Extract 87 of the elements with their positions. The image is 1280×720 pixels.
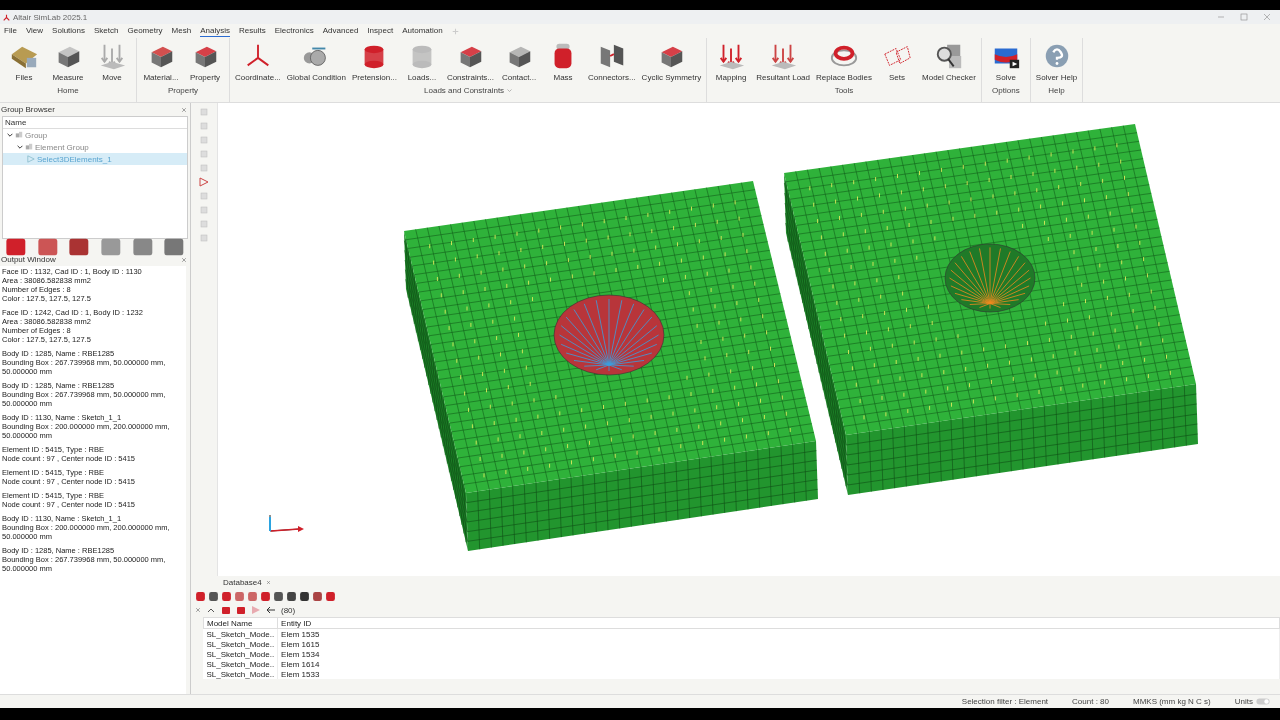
table-cell: SL_Sketch_Mode.. — [203, 649, 278, 659]
panel-title: Output Window — [1, 255, 56, 264]
axis-triad-icon — [269, 514, 304, 532]
group-label: Help — [1048, 86, 1065, 95]
ribbon-button[interactable]: Sets — [875, 38, 920, 82]
ribbon-button[interactable]: Global Condition — [283, 38, 349, 82]
menu-tab[interactable]: Analysis — [200, 25, 230, 37]
units-label: Units — [1234, 697, 1253, 706]
view-tool-icon[interactable] — [325, 590, 336, 602]
tree-item[interactable]: Group — [3, 129, 187, 141]
table-cell: Elem 1614 — [277, 659, 1280, 669]
table-cell: Elem 1534 — [277, 649, 1280, 659]
view-tool-icon[interactable] — [260, 590, 271, 602]
view-tool-icon[interactable] — [273, 590, 284, 602]
menu-tab[interactable]: Inspect — [367, 25, 394, 37]
menu-tab[interactable]: Advanced — [322, 25, 359, 37]
tree-item[interactable]: Element Group — [3, 141, 187, 153]
view-tool-icon[interactable] — [286, 590, 297, 602]
menu-tab[interactable]: Mesh — [171, 25, 192, 37]
menu-tab[interactable]: View — [25, 25, 44, 37]
ribbon-button[interactable]: Solve — [983, 38, 1028, 82]
close-icon[interactable] — [265, 580, 271, 585]
group-label: Options — [992, 86, 1020, 95]
group-label: Property — [167, 86, 199, 95]
close-icon[interactable] — [181, 106, 187, 113]
group-label: Home — [57, 86, 79, 95]
ribbon-button[interactable]: Loads... — [399, 38, 444, 82]
window-title: Altair SimLab 2025.1 — [13, 12, 88, 22]
selection-filter: Selection filter : Element — [961, 697, 1049, 706]
ribbon-button[interactable]: Mapping — [709, 38, 754, 82]
ribbon-button[interactable]: Connectors... — [585, 38, 639, 82]
ribbon-button[interactable]: Constraints... — [443, 38, 498, 82]
table-cell: SL_Sketch_Mode.. — [203, 639, 278, 649]
ribbon-button[interactable]: Measure — [46, 38, 90, 82]
view-tool-icon[interactable] — [208, 590, 219, 602]
ribbon-button[interactable]: Coordinate... — [232, 38, 284, 82]
view-tool-icon[interactable] — [221, 590, 232, 602]
column-header[interactable]: Entity ID — [277, 617, 1280, 629]
group-icon — [15, 131, 23, 139]
menu-tab[interactable]: Solutions — [52, 25, 85, 37]
caret-icon[interactable] — [507, 88, 513, 93]
table-cell: Elem 1615 — [277, 639, 1280, 649]
document-tab[interactable]: Database4 — [223, 578, 262, 587]
ribbon-button[interactable]: Move — [90, 38, 134, 82]
view-tool-icon[interactable] — [299, 590, 310, 602]
group-icon — [25, 143, 33, 151]
toggle-icon[interactable] — [1256, 698, 1270, 705]
ribbon-button[interactable]: Cyclic Symmetry — [638, 38, 705, 82]
group-label: Tools — [834, 86, 854, 95]
triangle-icon[interactable] — [251, 605, 261, 615]
ribbon-button[interactable]: Files — [2, 38, 46, 82]
table-cell: Elem 1533 — [277, 669, 1280, 679]
panel-title: Group Browser — [1, 105, 55, 114]
menu-tab[interactable]: Sketch — [94, 25, 119, 37]
units-system[interactable]: MMKS (mm kg N C s) — [1133, 697, 1211, 706]
ribbon-button[interactable]: Model Checker — [919, 38, 979, 82]
selection-count: (80) — [281, 605, 296, 615]
triangle-icon — [27, 155, 35, 163]
ribbon-button[interactable]: Property — [183, 38, 227, 82]
group-label: Loads and Constraints — [424, 86, 505, 95]
view-tool-icon[interactable] — [312, 590, 323, 602]
ribbon-button[interactable]: Solver Help — [1032, 38, 1081, 82]
ribbon-button[interactable]: Contact... — [497, 38, 542, 82]
menu-tab[interactable]: Automation — [402, 25, 443, 37]
column-header[interactable]: Name — [3, 117, 187, 129]
close-icon[interactable] — [181, 256, 187, 263]
menu-tab[interactable]: Results — [238, 25, 266, 37]
view-tool-icon[interactable] — [195, 590, 206, 602]
ribbon-button[interactable]: Resultant Load — [753, 38, 813, 82]
ribbon-button[interactable]: Pretension... — [348, 38, 400, 82]
count-label: Count : 80 — [1072, 697, 1109, 706]
back-arrow-icon[interactable] — [266, 605, 276, 615]
column-header[interactable]: Model Name — [203, 617, 278, 629]
table-cell: SL_Sketch_Mode.. — [203, 659, 278, 669]
viewport[interactable] — [218, 103, 1280, 576]
triangle-icon[interactable] — [199, 177, 209, 187]
menu-tab[interactable]: Geometry — [127, 25, 163, 37]
menu-tab[interactable]: Electronics — [274, 25, 314, 37]
table-cell: Elem 1535 — [277, 628, 1280, 639]
ribbon-button[interactable]: Material... — [139, 38, 183, 82]
table-cell: SL_Sketch_Mode.. — [203, 669, 278, 679]
ribbon-button[interactable]: Replace Bodies — [813, 38, 876, 82]
table-cell: SL_Sketch_Mode.. — [203, 628, 278, 639]
menu-tab[interactable]: File — [4, 25, 17, 37]
app-logo-icon — [3, 13, 10, 21]
ribbon-button[interactable]: Mass — [541, 38, 586, 82]
close-icon[interactable] — [195, 607, 201, 613]
